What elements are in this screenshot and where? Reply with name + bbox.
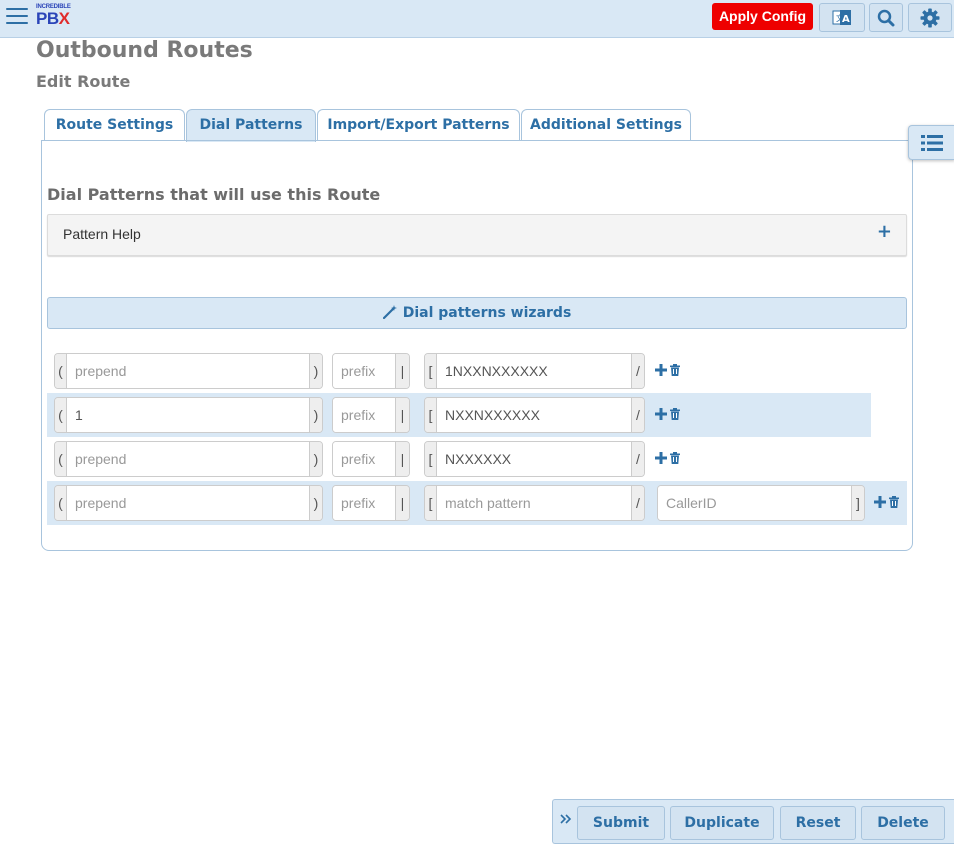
prepend-group: ( ) (54, 485, 323, 521)
open-bracket: [ (425, 442, 437, 476)
action-bar: Submit Duplicate Reset Delete (552, 799, 954, 844)
add-row-icon[interactable] (655, 452, 667, 464)
prefix-group: | (332, 353, 410, 389)
prepend-group: ( ) (54, 397, 323, 433)
duplicate-button[interactable]: Duplicate (670, 806, 774, 840)
pattern-row-new: ( ) | [ / ] (47, 481, 907, 525)
match-group: [ / (424, 397, 645, 433)
gear-icon (920, 8, 940, 27)
prepend-group: ( ) (54, 353, 323, 389)
reset-button[interactable]: Reset (780, 806, 856, 840)
row-actions (655, 362, 680, 378)
tab-import-export-patterns[interactable]: Import/Export Patterns (317, 109, 520, 141)
apply-config-button[interactable]: Apply Config (712, 3, 813, 30)
prefix-input[interactable] (333, 398, 395, 432)
prefix-group: | (332, 485, 410, 521)
search-icon (877, 9, 895, 26)
pattern-row: ( ) | [ / (47, 393, 871, 437)
search-button[interactable] (869, 3, 903, 32)
match-group: [ / (424, 441, 645, 477)
prepend-input[interactable] (67, 354, 309, 388)
trash-icon[interactable] (670, 452, 680, 464)
add-row-icon[interactable] (655, 408, 667, 420)
slash-separator: / (631, 354, 644, 388)
match-pattern-input[interactable] (437, 398, 631, 432)
prepend-input[interactable] (67, 486, 309, 520)
row-actions (655, 406, 680, 422)
tab-additional-settings[interactable]: Additional Settings (521, 109, 691, 141)
match-pattern-input[interactable] (437, 486, 631, 520)
trash-icon[interactable] (670, 408, 680, 420)
logo[interactable]: INCREDIBLE PBX (36, 4, 76, 28)
pipe-separator: | (395, 442, 409, 476)
slash-separator: / (631, 442, 644, 476)
pattern-help-toggle[interactable]: Pattern Help + (47, 214, 907, 256)
row-actions (655, 450, 680, 466)
close-paren: ) (309, 354, 322, 388)
prefix-input[interactable] (333, 442, 395, 476)
prefix-input[interactable] (333, 486, 395, 520)
close-paren: ) (309, 486, 322, 520)
match-group: [ / (424, 353, 645, 389)
svg-text:A: A (842, 14, 850, 25)
menu-icon[interactable] (6, 8, 28, 26)
pattern-help-label: Pattern Help (63, 226, 141, 242)
prefix-input[interactable] (333, 354, 395, 388)
translate-icon: 文 A (832, 9, 851, 25)
callerid-group: ] (657, 485, 865, 521)
list-icon (921, 134, 943, 151)
submit-button[interactable]: Submit (577, 806, 665, 840)
prefix-group: | (332, 441, 410, 477)
wizard-label: Dial patterns wizards (402, 305, 572, 321)
open-paren: ( (55, 398, 67, 432)
page-subtitle: Edit Route (36, 72, 131, 91)
open-bracket: [ (425, 398, 437, 432)
row-actions (874, 494, 899, 510)
callerid-input[interactable] (658, 486, 851, 520)
section-title: Dial Patterns that will use this Route (47, 185, 381, 204)
match-pattern-input[interactable] (437, 442, 631, 476)
pipe-separator: | (395, 398, 409, 432)
slash-separator: / (631, 486, 644, 520)
tab-dial-patterns[interactable]: Dial Patterns (186, 109, 316, 142)
double-chevron-right-icon[interactable] (560, 812, 572, 826)
trash-icon[interactable] (889, 496, 899, 508)
pipe-separator: | (395, 486, 409, 520)
trash-icon[interactable] (670, 364, 680, 376)
dial-patterns-wizard-button[interactable]: Dial patterns wizards (47, 297, 907, 329)
prepend-input[interactable] (67, 442, 309, 476)
logo-main-text: PBX (36, 9, 70, 28)
slash-separator: / (631, 398, 644, 432)
close-paren: ) (309, 398, 322, 432)
pipe-separator: | (395, 354, 409, 388)
close-paren: ) (309, 442, 322, 476)
side-panel-toggle[interactable] (908, 125, 954, 160)
add-row-icon[interactable] (874, 496, 886, 508)
match-pattern-input[interactable] (437, 354, 631, 388)
open-paren: ( (55, 486, 67, 520)
prepend-input[interactable] (67, 398, 309, 432)
top-bar: INCREDIBLE PBX Apply Config 文 A (0, 0, 954, 38)
delete-button[interactable]: Delete (861, 806, 945, 840)
open-paren: ( (55, 442, 67, 476)
settings-button[interactable] (908, 3, 952, 32)
prepend-group: ( ) (54, 441, 323, 477)
pattern-row: ( ) | [ / (47, 349, 871, 393)
close-bracket: ] (851, 486, 864, 520)
open-paren: ( (55, 354, 67, 388)
prefix-group: | (332, 397, 410, 433)
add-row-icon[interactable] (655, 364, 667, 376)
match-group: [ / (424, 485, 645, 521)
plus-icon: + (876, 221, 892, 242)
translate-button[interactable]: 文 A (819, 3, 865, 32)
open-bracket: [ (425, 486, 437, 520)
open-bracket: [ (425, 354, 437, 388)
magic-wand-icon (382, 305, 397, 319)
pattern-row: ( ) | [ / (47, 437, 871, 481)
tab-route-settings[interactable]: Route Settings (44, 109, 185, 141)
page-title: Outbound Routes (36, 38, 253, 63)
